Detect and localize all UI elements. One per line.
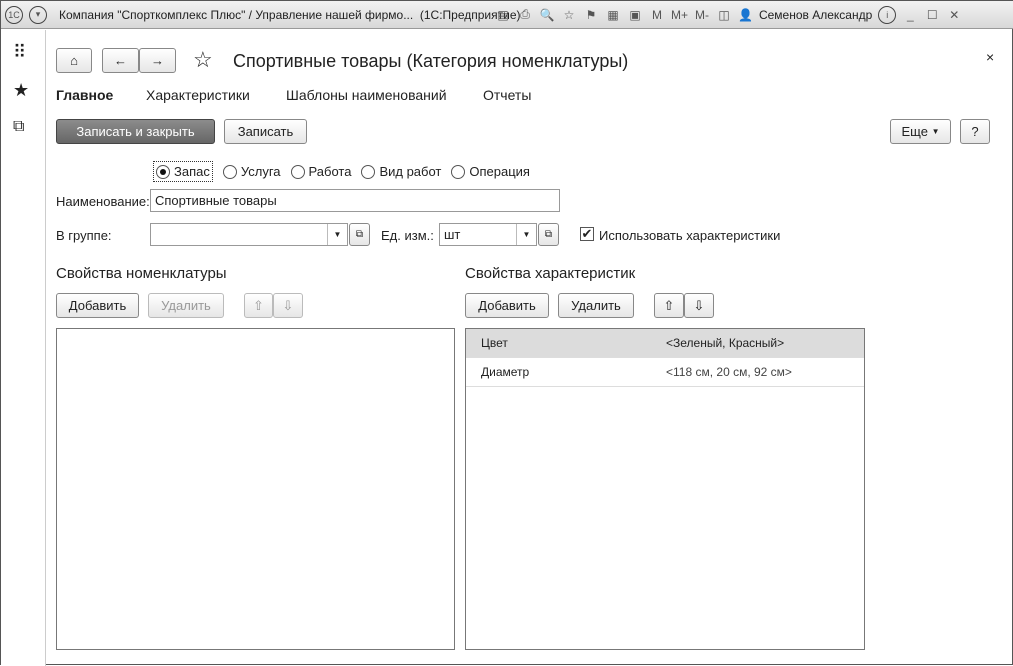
characteristics-properties-title: Свойства характеристик (465, 265, 636, 282)
favorite-icon[interactable]: ☆ (561, 6, 577, 24)
bookmark-icon[interactable]: ⚑ (583, 6, 599, 24)
favorite-star-icon[interactable]: ☆ (193, 47, 213, 73)
close-window-icon[interactable]: ✕ (946, 6, 962, 24)
radio-work[interactable]: Работа (290, 161, 351, 182)
home-button[interactable]: ⌂ (56, 48, 92, 73)
move-down-button[interactable]: ⇩ (273, 293, 303, 318)
info-icon[interactable]: i (878, 5, 897, 24)
dropdown-icon: ▼ (516, 224, 536, 245)
arrow-right-icon: → (151, 53, 164, 68)
history-icon[interactable]: ⧉ (13, 118, 24, 136)
radio-stock[interactable]: Запас (153, 161, 213, 182)
window-title: Компания "Спорткомплекс Плюс" / Управлен… (59, 7, 521, 22)
radio-operation[interactable]: Операция (451, 161, 530, 182)
user-icon: 👤 (738, 7, 753, 22)
close-form-icon[interactable]: × (986, 49, 994, 65)
property-name: Цвет (481, 336, 508, 350)
page-title: Спортивные товары (Категория номенклатур… (233, 51, 629, 71)
arrow-left-icon: ← (114, 53, 127, 68)
property-values: <118 см, 20 см, 92 см> (666, 365, 792, 379)
use-characteristics-checkbox[interactable]: ✔ (580, 227, 594, 241)
back-button[interactable]: ← (102, 48, 139, 73)
radio-work-type[interactable]: Вид работ (361, 161, 441, 182)
property-name: Диаметр (481, 365, 530, 379)
tab-name-templates[interactable]: Шаблоны наименований (286, 87, 447, 103)
move-up-button[interactable]: ⇧ (244, 293, 273, 318)
memory-minus-button[interactable]: M- (694, 6, 710, 24)
add-item-property-button[interactable]: Добавить (56, 293, 139, 318)
table-row[interactable]: Цвет <Зеленый, Красный> (466, 329, 864, 358)
table-row[interactable]: Диаметр <118 см, 20 см, 92 см> (466, 358, 864, 387)
type-radio-group: Запас Услуга Работа Вид работ Операция (153, 161, 540, 182)
chevron-down-icon: ▼ (931, 127, 940, 136)
characteristics-properties-table[interactable]: Цвет <Зеленый, Красный> Диаметр <118 см, 2… (465, 328, 865, 650)
group-label: В группе: (56, 228, 112, 243)
maximize-icon[interactable]: ☐ (924, 6, 940, 24)
minimize-icon[interactable]: _ (902, 6, 918, 24)
apps-grid-icon[interactable]: ⠿ (13, 42, 26, 63)
group-open-button[interactable]: ⧉ (349, 223, 370, 246)
more-button[interactable]: Еще ▼ (890, 119, 951, 144)
forward-button[interactable]: → (139, 48, 176, 73)
save-and-close-button[interactable]: Записать и закрыть (56, 119, 215, 144)
delete-char-property-button[interactable]: Удалить (558, 293, 634, 318)
favorites-star-icon[interactable]: ★ (13, 80, 29, 101)
radio-service[interactable]: Услуга (222, 161, 281, 182)
char-move-down-button[interactable]: ⇩ (684, 293, 714, 318)
use-characteristics-label: Использовать характеристики (599, 228, 781, 243)
sidebar: ⠿ ★ ⧉ (1, 30, 46, 666)
tab-characteristics[interactable]: Характеристики (146, 87, 250, 103)
unit-input[interactable]: шт ▼ (439, 223, 537, 246)
memory-button[interactable]: M (649, 6, 665, 24)
memory-plus-button[interactable]: M+ (671, 6, 688, 24)
name-input[interactable]: Спортивные товары (150, 189, 560, 212)
add-char-property-button[interactable]: Добавить (465, 293, 549, 318)
char-move-up-button[interactable]: ⇧ (654, 293, 684, 318)
home-icon: ⌂ (70, 53, 78, 68)
tab-reports[interactable]: Отчеты (483, 87, 531, 103)
panel-icon[interactable]: ◫ (716, 6, 732, 24)
more-label: Еще (901, 124, 928, 139)
user-name[interactable]: Семенов Александр (759, 8, 872, 22)
calendar-icon[interactable]: ▣ (627, 6, 643, 24)
item-properties-title: Свойства номенклатуры (56, 265, 227, 282)
item-properties-table[interactable] (56, 328, 455, 650)
title-bar: 1С ▾ Компания "Спорткомплекс Плюс" / Упр… (1, 1, 1013, 29)
calculator-icon[interactable]: ▦ (605, 6, 621, 24)
main-menu-icon[interactable]: ▾ (29, 5, 47, 24)
preview-icon[interactable]: 🔍 (539, 6, 555, 24)
save-button[interactable]: Записать (224, 119, 307, 144)
group-input[interactable]: ▼ (150, 223, 348, 246)
name-label: Наименование: (56, 194, 150, 209)
delete-item-property-button[interactable]: Удалить (148, 293, 224, 318)
unit-label: Ед. изм.: (381, 228, 434, 243)
app-logo-icon[interactable]: 1С (5, 5, 23, 24)
print-icon[interactable]: ⎙ (517, 6, 533, 24)
dropdown-icon: ▼ (327, 224, 347, 245)
property-values: <Зеленый, Красный> (666, 336, 785, 350)
save-icon[interactable]: ▤ (495, 6, 511, 24)
tab-main[interactable]: Главное (56, 87, 113, 103)
unit-open-button[interactable]: ⧉ (538, 223, 559, 246)
help-button[interactable]: ? (960, 119, 990, 144)
